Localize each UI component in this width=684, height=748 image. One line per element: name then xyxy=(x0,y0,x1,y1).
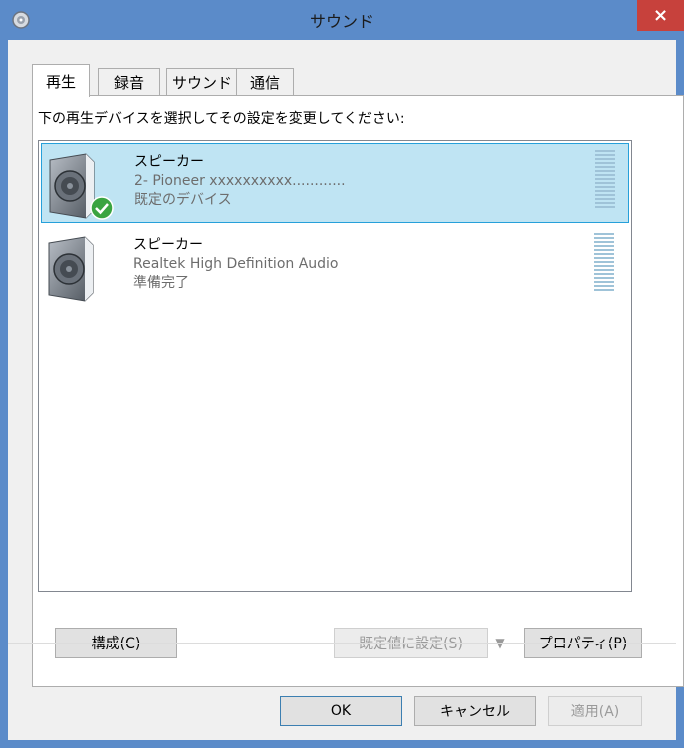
list-item-realtek[interactable]: スピーカー Realtek High Definition Audio 準備完了 xyxy=(41,227,629,307)
tab-recording[interactable]: 録音 xyxy=(98,68,160,95)
device-model: 2- Pioneer xxxxxxxxxx............ xyxy=(134,173,346,189)
instruction-text: 下の再生デバイスを選択してその設定を変更してください: xyxy=(38,111,405,127)
device-list[interactable]: スピーカー 2- Pioneer xxxxxxxxxx............ … xyxy=(38,140,632,592)
dialog-body: 再生 録音 サウンド 通信 下の再生デバイスを選択してその設定を変更してください… xyxy=(8,40,684,740)
title-bar[interactable]: サウンド × xyxy=(0,0,684,40)
volume-meter xyxy=(595,150,615,214)
device-status: 既定のデバイス xyxy=(134,192,232,208)
apply-button[interactable]: 適用(A) xyxy=(548,696,642,726)
device-details: スピーカー Realtek High Definition Audio 準備完了 xyxy=(133,236,339,293)
list-item-pioneer[interactable]: スピーカー 2- Pioneer xxxxxxxxxx............ … xyxy=(41,143,629,223)
window-title: サウンド xyxy=(309,12,374,31)
device-status: 準備完了 xyxy=(133,275,189,291)
volume-meter xyxy=(594,233,614,297)
device-name: スピーカー xyxy=(133,237,203,253)
footer-divider xyxy=(8,643,676,644)
sound-dialog: サウンド × 再生 録音 サウンド 通信 下の再生デバイスを選択してその設定を変… xyxy=(0,0,684,748)
device-name: スピーカー xyxy=(134,154,204,170)
device-details: スピーカー 2- Pioneer xxxxxxxxxx............ … xyxy=(134,153,346,210)
tab-communications[interactable]: 通信 xyxy=(236,68,294,95)
default-check-icon xyxy=(90,196,114,220)
tab-sounds[interactable]: サウンド xyxy=(166,68,238,95)
device-model: Realtek High Definition Audio xyxy=(133,256,339,272)
close-button[interactable]: × xyxy=(637,0,684,31)
cancel-button[interactable]: キャンセル xyxy=(414,696,536,726)
speaker-icon xyxy=(48,236,94,302)
ok-button[interactable]: OK xyxy=(280,696,402,726)
tab-playback[interactable]: 再生 xyxy=(32,64,90,97)
